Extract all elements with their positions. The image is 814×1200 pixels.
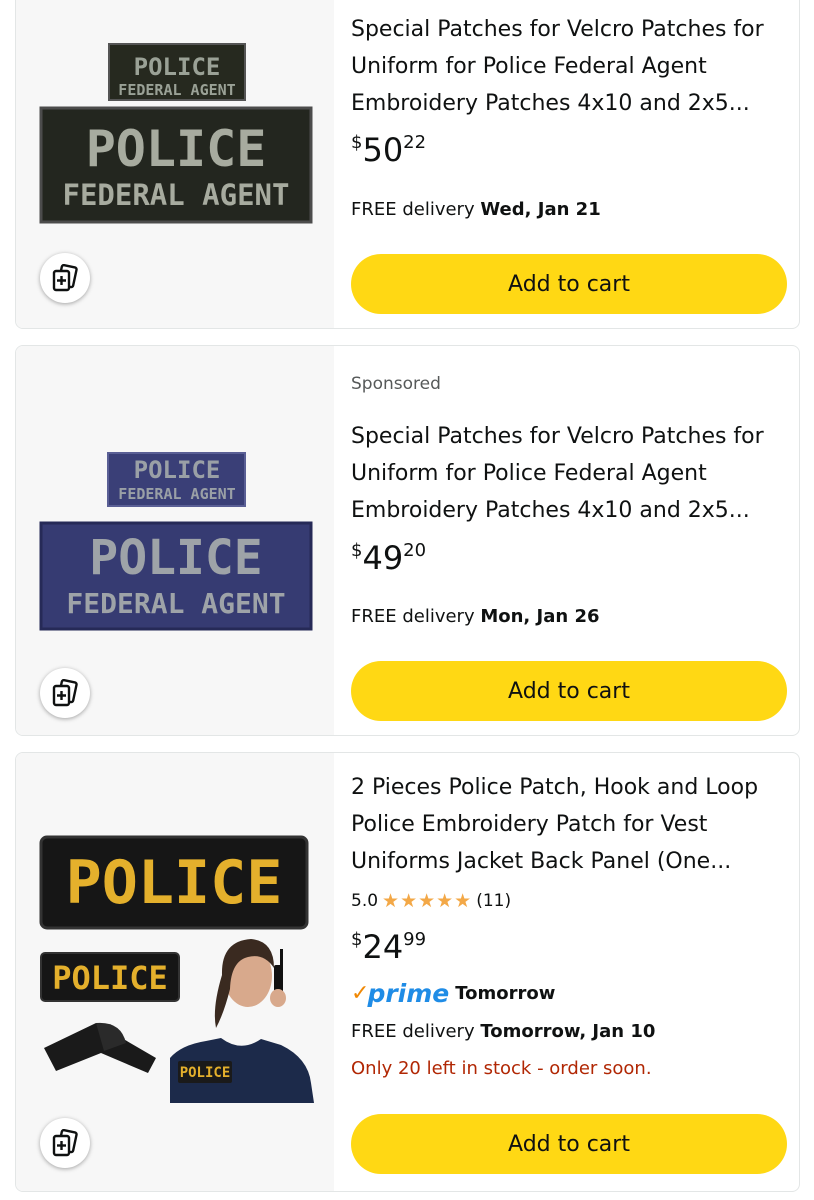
patch-line2: FEDERAL AGENT bbox=[63, 178, 290, 212]
rating-value: 5.0 bbox=[351, 891, 379, 911]
patch-line2: FEDERAL AGENT bbox=[66, 587, 285, 620]
compare-add-button[interactable] bbox=[40, 253, 90, 303]
add-to-cart-button[interactable]: Add to cart bbox=[351, 254, 787, 314]
product-image[interactable]: POLICE FEDERAL AGENT POLICE FEDERAL AGEN… bbox=[16, 346, 334, 735]
product-price: $4920 bbox=[351, 539, 427, 577]
delivery-info: FREE delivery Wed, Jan 21 bbox=[351, 199, 601, 220]
compare-add-icon bbox=[52, 679, 78, 707]
prime-delivery-when: Tomorrow bbox=[455, 983, 556, 1004]
patch-line2: FEDERAL AGENT bbox=[118, 81, 235, 99]
delivery-info: FREE delivery Tomorrow, Jan 10 bbox=[351, 1021, 656, 1042]
compare-add-icon bbox=[52, 264, 78, 292]
compare-add-button[interactable] bbox=[40, 1118, 90, 1168]
compare-add-icon bbox=[52, 1129, 78, 1157]
patch-line1: POLICE bbox=[86, 120, 267, 178]
product-price: $2499 bbox=[351, 928, 427, 966]
product-card[interactable]: POLICE POLICE POLICE 2 Pieces Police Pat… bbox=[15, 752, 800, 1192]
patch-line2: FEDERAL AGENT bbox=[118, 485, 235, 503]
star-icon: ★★★★★ bbox=[382, 890, 473, 912]
product-card[interactable]: POLICE FEDERAL AGENT POLICE FEDERAL AGEN… bbox=[15, 0, 800, 329]
product-title[interactable]: Special Patches for Velcro Patches for U… bbox=[351, 11, 787, 122]
product-title[interactable]: Special Patches for Velcro Patches for U… bbox=[351, 418, 787, 529]
compare-add-button[interactable] bbox=[40, 668, 90, 718]
product-image[interactable]: POLICE FEDERAL AGENT POLICE FEDERAL AGEN… bbox=[16, 0, 334, 328]
patch-line1: POLICE bbox=[180, 1065, 231, 1081]
patch-line1: POLICE bbox=[134, 53, 221, 81]
patch-line1: POLICE bbox=[134, 456, 221, 484]
patch-line1: POLICE bbox=[66, 848, 283, 918]
product-price: $5022 bbox=[351, 131, 427, 169]
add-to-cart-button[interactable]: Add to cart bbox=[351, 1114, 787, 1174]
prime-logo: prime bbox=[367, 979, 450, 1008]
prime-badge: ✓ prime Tomorrow bbox=[351, 979, 555, 1008]
product-card[interactable]: POLICE FEDERAL AGENT POLICE FEDERAL AGEN… bbox=[15, 345, 800, 736]
rating-count: (11) bbox=[476, 891, 512, 911]
sponsored-label: Sponsored bbox=[351, 374, 441, 394]
rating[interactable]: 5.0 ★★★★★ (11) bbox=[351, 890, 511, 912]
patch-line1: POLICE bbox=[52, 959, 168, 997]
product-image[interactable]: POLICE POLICE POLICE bbox=[16, 753, 334, 1191]
product-title[interactable]: 2 Pieces Police Patch, Hook and Loop Pol… bbox=[351, 769, 787, 880]
add-to-cart-button[interactable]: Add to cart bbox=[351, 661, 787, 721]
delivery-info: FREE delivery Mon, Jan 26 bbox=[351, 606, 600, 627]
stock-warning: Only 20 left in stock - order soon. bbox=[351, 1058, 652, 1079]
patch-line1: POLICE bbox=[89, 530, 262, 586]
